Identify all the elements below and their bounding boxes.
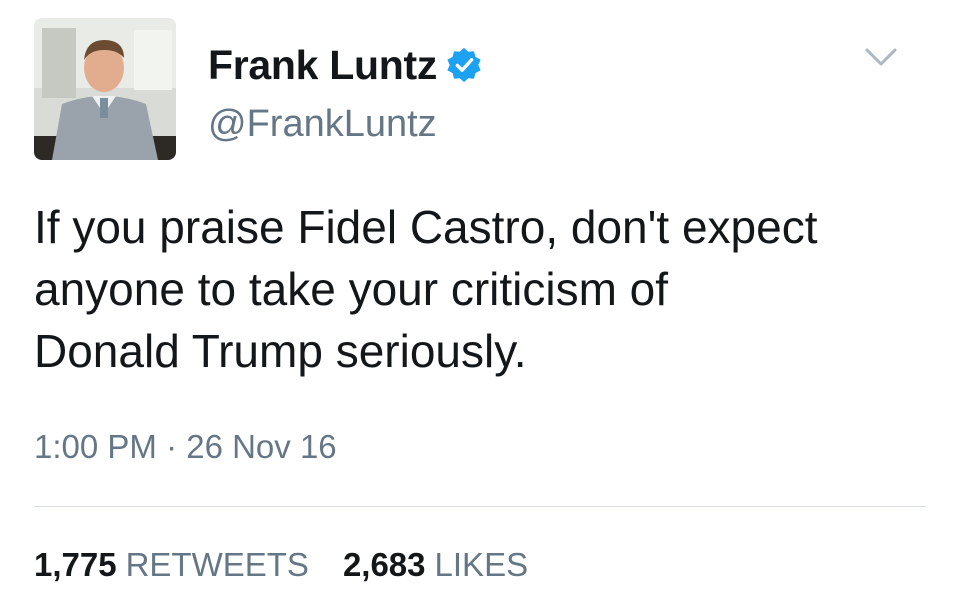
avatar[interactable] bbox=[34, 18, 176, 160]
retweets-count: 1,775 bbox=[34, 546, 117, 583]
divider bbox=[34, 506, 926, 507]
profile-photo-icon bbox=[34, 18, 176, 160]
chevron-down-icon[interactable] bbox=[864, 46, 898, 70]
author-display-name[interactable]: Frank Luntz bbox=[208, 42, 437, 89]
tweet-timestamp[interactable]: 1:00 PM · 26 Nov 16 bbox=[34, 428, 337, 466]
likes-label: LIKES bbox=[434, 546, 529, 583]
likes-stat[interactable]: 2,683 LIKES bbox=[343, 546, 528, 584]
author-name-row: Frank Luntz bbox=[208, 40, 483, 90]
tweet-card: Frank Luntz @FrankLuntz If you praise Fi… bbox=[0, 0, 960, 602]
verified-badge-icon bbox=[445, 46, 483, 84]
tweet-stats: 1,775 RETWEETS 2,683 LIKES bbox=[34, 546, 562, 584]
author-handle[interactable]: @FrankLuntz bbox=[208, 103, 437, 146]
likes-count: 2,683 bbox=[342, 546, 426, 583]
retweets-stat[interactable]: 1,775 RETWEETS bbox=[34, 546, 309, 584]
tweet-text: If you praise Fidel Castro, don't expect… bbox=[34, 201, 818, 377]
retweets-label: RETWEETS bbox=[125, 546, 309, 583]
